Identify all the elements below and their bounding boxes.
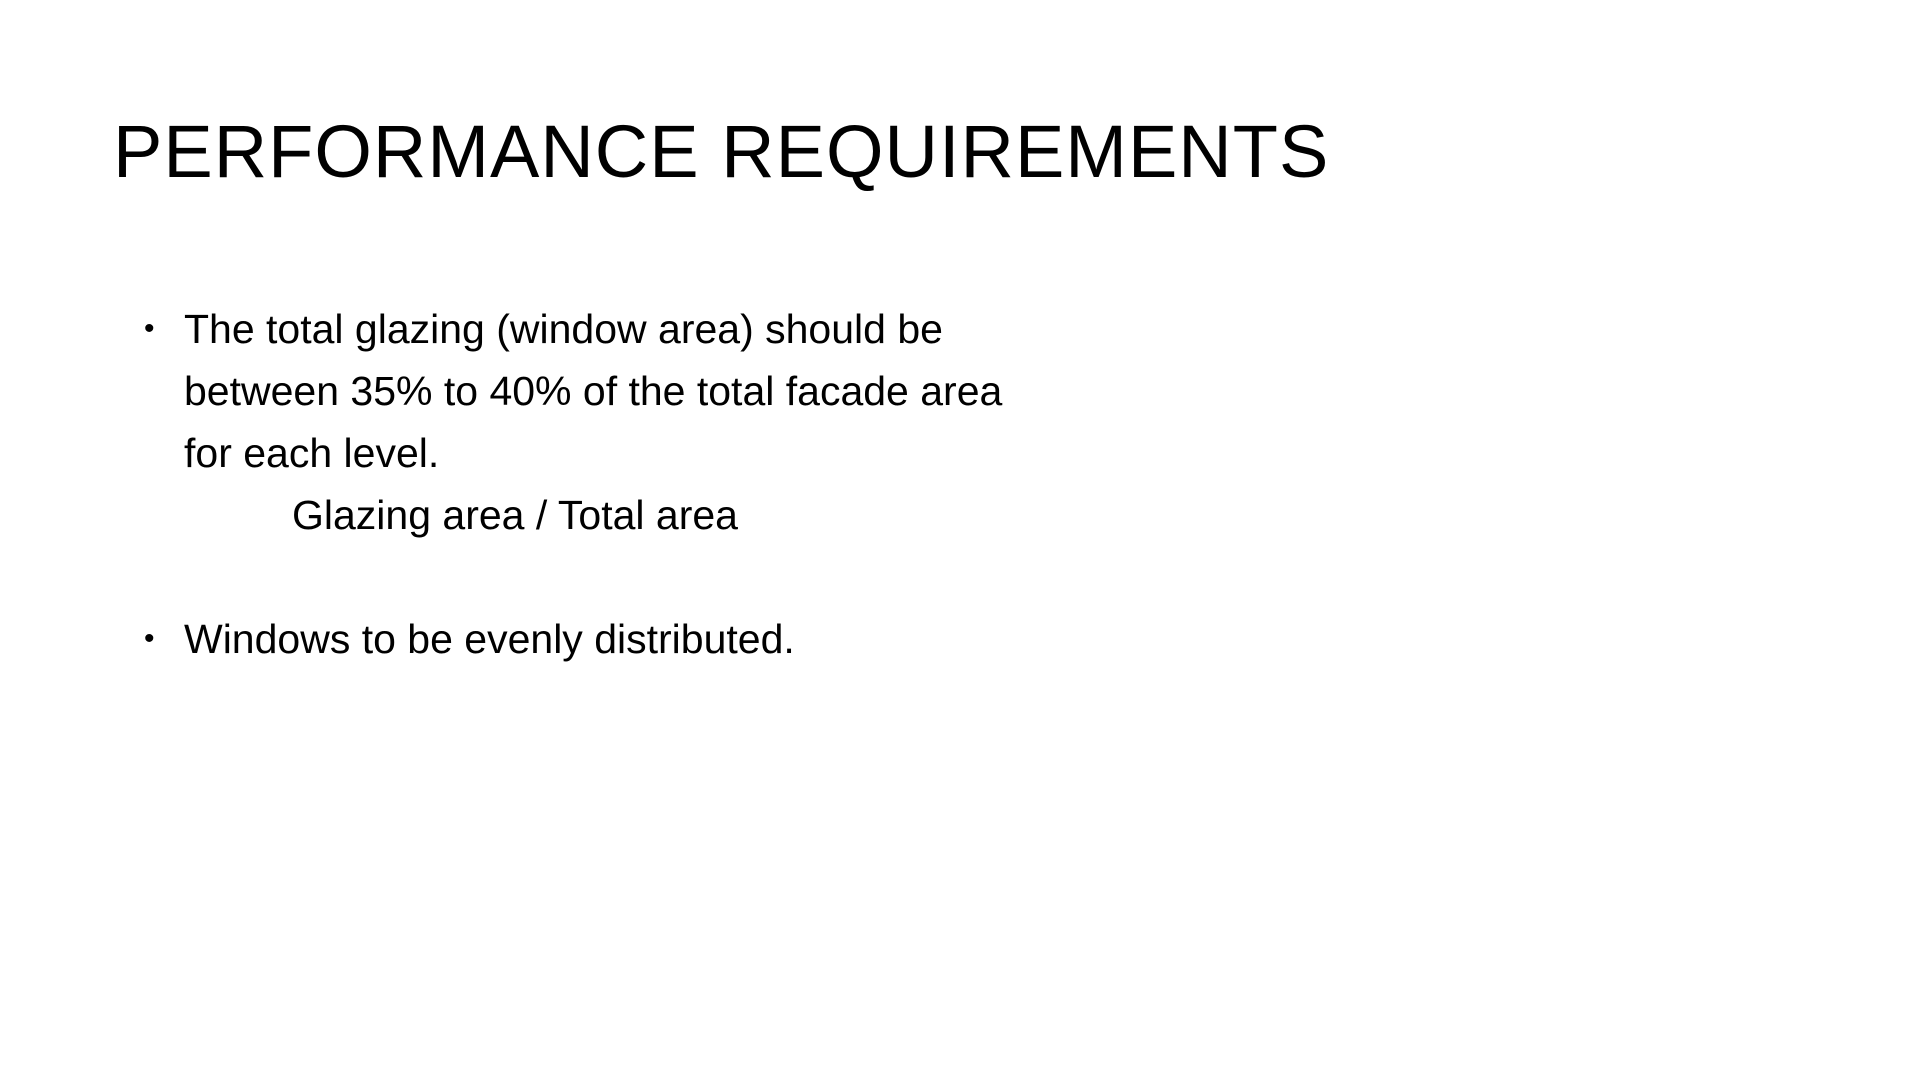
bullet-text-line: The total glazing (window area) should b… — [184, 306, 943, 352]
bullet-text-line: for each level. — [184, 430, 440, 476]
slide-body: • The total glazing (window area) should… — [144, 298, 1144, 670]
bullet-icon: • — [144, 312, 155, 345]
formula-line: Glazing area / Total area — [292, 492, 738, 538]
bullet-text-line: between 35% to 40% of the total facade a… — [184, 368, 1003, 414]
bullet-icon: • — [144, 622, 155, 655]
slide: PERFORMANCE REQUIREMENTS • The total gla… — [0, 0, 1920, 1080]
slide-title: PERFORMANCE REQUIREMENTS — [113, 110, 1330, 193]
bullet-item-windows: • Windows to be evenly distributed. — [144, 608, 1144, 670]
bullet-item-glazing: • The total glazing (window area) should… — [144, 298, 1144, 546]
bullet-text-line: Windows to be evenly distributed. — [184, 616, 795, 662]
